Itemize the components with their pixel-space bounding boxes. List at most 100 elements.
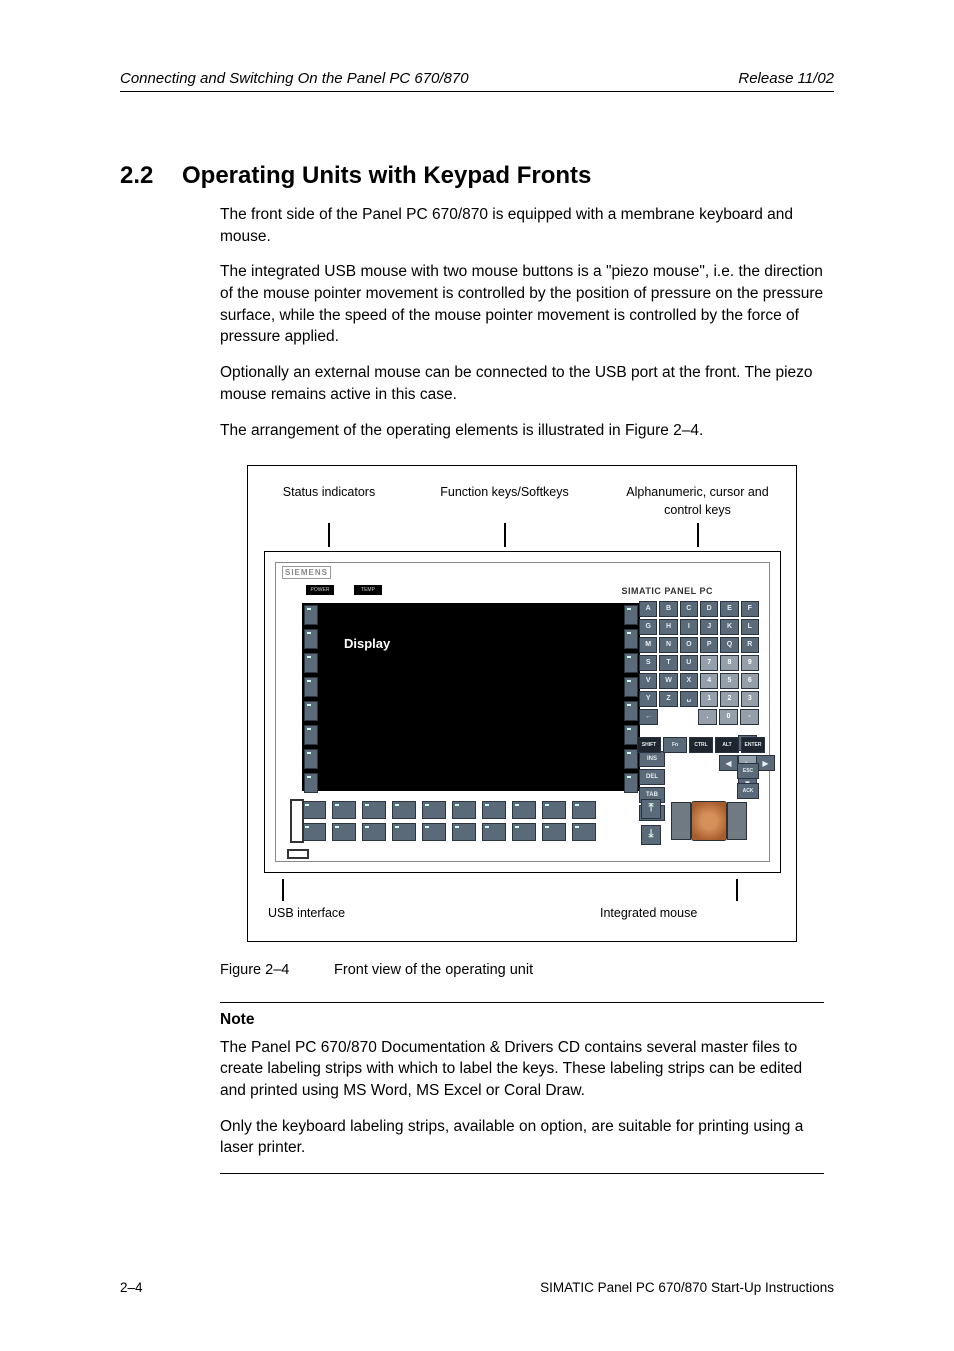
figure-caption-text: Front view of the operating unit — [334, 962, 533, 978]
body-paragraph: Optionally an external mouse can be conn… — [220, 362, 824, 405]
mouse-left-button — [671, 802, 691, 840]
mouse-pad — [691, 801, 727, 841]
softkey — [624, 749, 638, 769]
softkey — [624, 773, 638, 793]
function-key — [572, 823, 596, 841]
softkey-strip-right — [624, 605, 638, 793]
function-key — [392, 823, 416, 841]
key-2: 2 — [720, 691, 738, 707]
temp-led: TEMP — [354, 585, 382, 595]
callout-status-indicators: Status indicators — [264, 484, 394, 502]
key-t: T — [659, 655, 677, 671]
softkey — [304, 749, 318, 769]
key-g: G — [639, 619, 657, 635]
body-paragraph: The front side of the Panel PC 670/870 i… — [220, 204, 824, 247]
siemens-logo: SIEMENS — [282, 566, 331, 579]
softkey — [624, 701, 638, 721]
function-key — [482, 801, 506, 819]
callout-integrated-mouse: Integrated mouse — [540, 905, 780, 923]
key-n: N — [659, 637, 677, 653]
footer-page-number: 2–4 — [120, 1280, 143, 1295]
key-d: D — [700, 601, 718, 617]
softkey — [624, 725, 638, 745]
function-key — [572, 801, 596, 819]
mouse-right-button — [727, 802, 747, 840]
note-paragraph: The Panel PC 670/870 Documentation & Dri… — [220, 1037, 824, 1102]
function-key — [542, 801, 566, 819]
key-f: F — [741, 601, 759, 617]
softkey — [304, 677, 318, 697]
function-key — [452, 801, 476, 819]
key-dot: . — [698, 709, 717, 725]
function-key — [362, 801, 386, 819]
function-key — [332, 823, 356, 841]
callout-pointers-bottom — [264, 879, 780, 905]
key-i: I — [680, 619, 698, 635]
key-x: X — [680, 673, 698, 689]
figure-2-4: Status indicators Function keys/Softkeys… — [247, 465, 797, 942]
fn-key: Fn — [663, 737, 687, 753]
key-s: S — [639, 655, 657, 671]
key-p: P — [700, 637, 718, 653]
esc-key: ESC — [737, 763, 759, 779]
softkey — [304, 629, 318, 649]
key-6: 6 — [741, 673, 759, 689]
figure-top-callouts: Status indicators Function keys/Softkeys… — [264, 484, 780, 519]
alphanumeric-keypad: A B C D E F G H I J — [639, 601, 759, 727]
key-0: 0 — [719, 709, 738, 725]
note-block: Note The Panel PC 670/870 Documentation … — [220, 1002, 824, 1174]
function-key — [452, 823, 476, 841]
softkey — [304, 725, 318, 745]
softkey — [304, 653, 318, 673]
arrow-left-key: ◀ — [719, 755, 738, 771]
key-space: ␣ — [680, 691, 698, 707]
function-key — [512, 823, 536, 841]
key-l: L — [741, 619, 759, 635]
function-key — [302, 823, 326, 841]
enter-key: ENTER — [741, 737, 765, 753]
key-e: E — [720, 601, 738, 617]
display-label: Display — [344, 635, 640, 653]
function-key — [332, 801, 356, 819]
function-key — [512, 801, 536, 819]
body-column: The front side of the Panel PC 670/870 i… — [220, 204, 824, 1174]
page: Connecting and Switching On the Panel PC… — [0, 0, 954, 1351]
key-r: R — [741, 637, 759, 653]
softkey — [304, 773, 318, 793]
body-paragraph: The arrangement of the operating element… — [220, 420, 824, 442]
power-led: POWER — [306, 585, 334, 595]
modifier-key-row: SHIFT Fn CTRL ALT ENTER — [637, 737, 765, 753]
section-title-text: Operating Units with Keypad Fronts — [182, 162, 591, 190]
key-8: 8 — [720, 655, 738, 671]
key-5: 5 — [720, 673, 738, 689]
del-key: DEL — [639, 769, 665, 785]
integrated-mouse — [671, 801, 747, 841]
softkey — [624, 653, 638, 673]
ctrl-key: CTRL — [689, 737, 713, 753]
function-key — [302, 801, 326, 819]
figure-bottom-callouts: USB interface Integrated mouse — [264, 905, 780, 923]
usb-slot — [287, 849, 309, 859]
scroll-keys: ⤒ ⤓ — [641, 799, 661, 845]
callout-alpha-keys: Alphanumeric, cursor and control keys — [615, 484, 780, 519]
running-header: Connecting and Switching On the Panel PC… — [120, 70, 834, 92]
key-1: 1 — [700, 691, 718, 707]
callout-pointers-top — [264, 523, 780, 551]
figure-container: Status indicators Function keys/Softkeys… — [220, 465, 824, 942]
softkey — [624, 605, 638, 625]
brand-text: SIMATIC PANEL PC — [621, 585, 713, 598]
key-w: W — [659, 673, 677, 689]
rule — [220, 1173, 824, 1174]
key-4: 4 — [700, 673, 718, 689]
softkey — [304, 605, 318, 625]
function-key — [392, 801, 416, 819]
function-key — [422, 823, 446, 841]
shift-key: SHIFT — [637, 737, 661, 753]
key-a: A — [639, 601, 657, 617]
panel-inner-frame: SIEMENS POWER TEMP SIMATIC PANEL PC Disp… — [275, 562, 770, 862]
header-right: Release 11/02 — [738, 70, 834, 87]
key-c: C — [680, 601, 698, 617]
header-left: Connecting and Switching On the Panel PC… — [120, 70, 469, 87]
key-minus: - — [740, 709, 759, 725]
device-front-panel: SIEMENS POWER TEMP SIMATIC PANEL PC Disp… — [264, 551, 781, 873]
